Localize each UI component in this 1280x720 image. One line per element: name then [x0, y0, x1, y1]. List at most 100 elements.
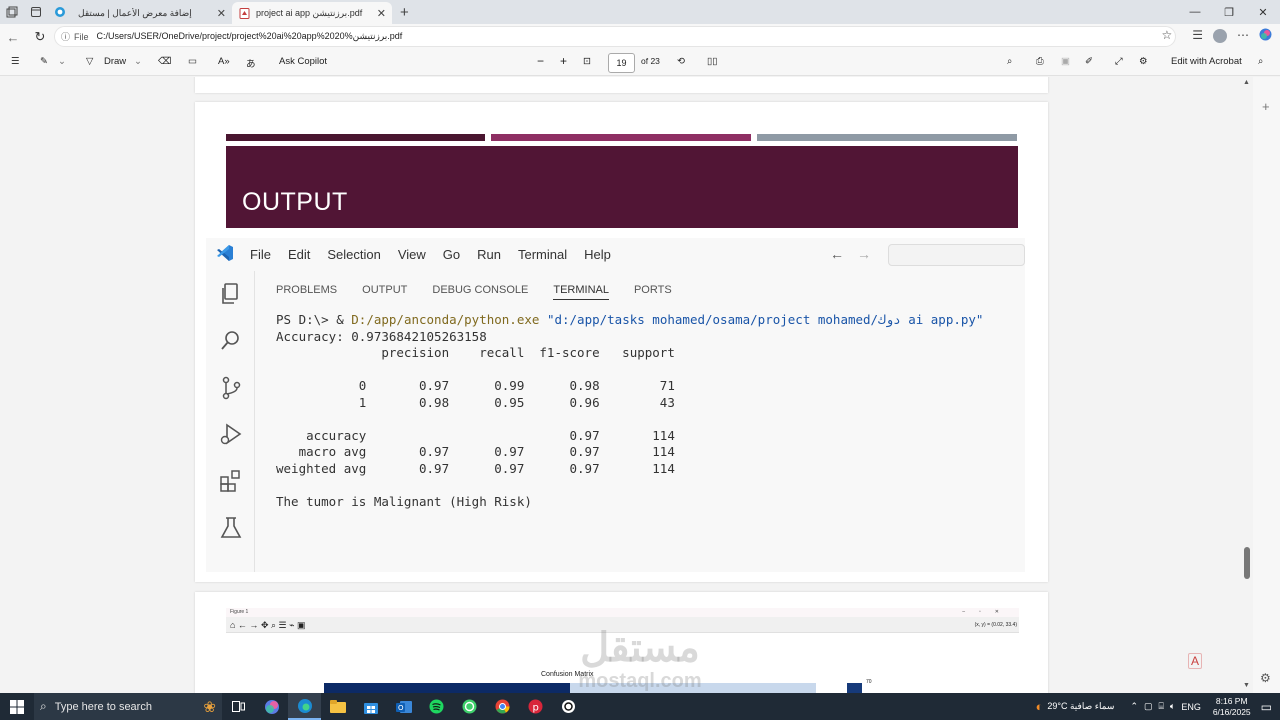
fit-page-icon[interactable]: ⊡ [583, 56, 591, 67]
print-icon[interactable]: ⎙ [1036, 56, 1044, 67]
colorbar-label: 70 [866, 679, 872, 685]
language-indicator[interactable]: ENG [1181, 702, 1201, 712]
watermark-arabic: مستقل [580, 626, 700, 670]
sidebar-settings-icon[interactable]: ⚙ [1260, 671, 1271, 685]
zoom-in-icon[interactable]: + [560, 54, 567, 68]
ask-copilot-button[interactable]: Ask Copilot [279, 56, 327, 67]
page-number-input[interactable]: 19 [608, 53, 635, 73]
draw-icon[interactable]: ▽ [86, 56, 93, 67]
terminal-prompt: PS D:\> & [276, 312, 352, 327]
scrollbar-thumb[interactable] [1244, 547, 1250, 579]
search-icon[interactable]: ⌕ [1007, 56, 1012, 67]
slide-heading: OUTPUT [242, 188, 348, 216]
store-icon[interactable] [354, 693, 387, 720]
tab-actions-icon[interactable] [24, 0, 48, 24]
url-field[interactable]: ⓘ File C:/Users/USER/OneDrive/project/pr… [54, 26, 1176, 47]
tray-app-icon[interactable]: ▢ [1144, 701, 1153, 712]
weather-icon[interactable]: ◐ [1036, 699, 1044, 714]
pdf-viewport[interactable]: OUTPUT File Edit Selection View Go Run T… [0, 77, 1280, 693]
collections-icon[interactable]: ☰ [1192, 28, 1203, 44]
text-box-icon[interactable]: ▭ [188, 56, 197, 67]
fullscreen-icon[interactable]: ⤢ [1115, 56, 1123, 67]
copilot-icon[interactable] [1259, 28, 1272, 44]
taskbar-search[interactable]: ⌕ Type here to search ❀ [34, 693, 222, 720]
contents-icon[interactable]: ☰ [11, 56, 20, 67]
workspaces-icon[interactable] [0, 0, 24, 24]
more-options-icon[interactable]: ⋯ [1237, 28, 1249, 44]
start-windows-icon[interactable] [0, 699, 34, 714]
terminal-line: precision recall f1-score support [276, 345, 675, 360]
watermark-latin: mostaql.com [578, 670, 702, 692]
file-explorer-icon[interactable] [321, 693, 354, 720]
edit-with-acrobat-button[interactable]: Edit with Acrobat [1171, 56, 1242, 67]
testing-flask-icon [220, 517, 242, 538]
tab-ports: PORTS [633, 284, 672, 296]
translate-icon[interactable]: あ [246, 56, 256, 70]
forward-arrow-icon: → [857, 246, 871, 262]
system-tray: ◐ 29°C سماء صافية ⌃ ▢ ⌸ 🔈︎ ENG 8:16 PM 6… [1036, 693, 1277, 720]
spotify-icon[interactable] [420, 693, 453, 720]
sidebar-search-icon[interactable]: ⌕ [1258, 56, 1263, 67]
tab-mostaql[interactable]: إضافة معرض الأعمال | مستقل ✕ [72, 2, 232, 24]
acrobat-icon[interactable]: A [1188, 653, 1203, 669]
highlight-icon[interactable]: ✎ [40, 56, 48, 67]
minimize-icon[interactable]: — [1178, 0, 1212, 24]
erase-icon[interactable]: ⌫ [158, 56, 171, 67]
save-icon[interactable]: ▣ [1061, 56, 1070, 67]
add-sidebar-icon[interactable]: + [1262, 99, 1270, 114]
task-view-icon[interactable] [222, 693, 255, 720]
windows-taskbar: ⌕ Type here to search ❀ O p ◐ 29°C سماء … [0, 693, 1280, 720]
network-icon[interactable]: ⌸ [1159, 701, 1164, 712]
settings-gear-icon[interactable]: ⚙ [1139, 56, 1148, 67]
terminal-script-arg: "d:/app/tasks mohamed/osama/project moha… [546, 312, 984, 327]
back-icon[interactable]: ← [2, 30, 24, 45]
menu-help: Help [584, 247, 611, 262]
tab-pdf[interactable]: project ai app برزنتيشن.pdf ✕ [232, 2, 392, 24]
run-debug-icon [220, 423, 242, 445]
clock[interactable]: 8:16 PM 6/16/2025 [1213, 696, 1251, 718]
terminal-line: weighted avg 0.97 0.97 0.97 114 [276, 460, 675, 476]
profile-avatar[interactable] [1213, 29, 1227, 43]
close-tab-icon[interactable]: ✕ [377, 7, 386, 20]
notifications-icon[interactable]: ▭ [1261, 700, 1272, 714]
search-placeholder: Type here to search [54, 700, 152, 713]
menu-selection: Selection [327, 247, 381, 262]
favorite-star-icon[interactable]: ☆ [1161, 28, 1172, 44]
command-center-box [888, 244, 1025, 266]
whatsapp-icon[interactable] [453, 693, 486, 720]
scroll-down-icon[interactable]: ▼ [1243, 682, 1250, 689]
edge-app-icon[interactable] [288, 693, 321, 720]
save-as-icon[interactable]: ✐ [1085, 56, 1093, 67]
edge-sidebar-icon[interactable] [48, 0, 72, 24]
chevron-down-icon[interactable]: ⌄ [58, 56, 66, 67]
pdf-scrollbar[interactable]: ▲ ▼ [1241, 77, 1253, 693]
edge-right-sidebar: + A ⚙ [1188, 77, 1280, 693]
draw-button[interactable]: Draw [104, 56, 126, 67]
new-tab-button[interactable]: + [400, 4, 409, 21]
url-scheme-label: File [74, 31, 89, 42]
scroll-up-icon[interactable]: ▲ [1243, 79, 1250, 86]
chatgpt-icon[interactable] [552, 693, 585, 720]
volume-icon[interactable]: 🔈︎ [1170, 701, 1175, 712]
close-window-icon[interactable]: ✕ [1246, 0, 1280, 24]
refresh-icon[interactable]: ↻ [29, 29, 51, 45]
weather-text[interactable]: 29°C سماء صافية [1047, 701, 1114, 712]
read-aloud-icon[interactable]: A» [218, 56, 230, 67]
terminal-exe-path: D:/app/anconda/python.exe [351, 312, 540, 327]
restore-icon[interactable]: ❐ [1212, 0, 1246, 24]
tab-terminal: TERMINAL [553, 284, 609, 300]
pinterest-icon[interactable]: p [519, 693, 552, 720]
url-text: C:/Users/USER/OneDrive/project/project%2… [96, 31, 403, 41]
vscode-menubar: File Edit Selection View Go Run Terminal… [206, 238, 1025, 271]
figure-window-controls: –▫✕ [962, 609, 1013, 615]
chevron-down-icon[interactable]: ⌄ [134, 56, 142, 67]
chrome-icon[interactable] [486, 693, 519, 720]
tray-chevron-up-icon[interactable]: ⌃ [1130, 701, 1138, 712]
page-view-icon[interactable]: ▯▯ [707, 56, 717, 67]
copilot-app-icon[interactable] [255, 693, 288, 720]
outlook-icon[interactable]: O [387, 693, 420, 720]
close-tab-icon[interactable]: ✕ [217, 7, 226, 20]
menu-edit: Edit [287, 247, 311, 262]
rotate-icon[interactable]: ⟲ [677, 56, 685, 67]
zoom-out-icon[interactable]: − [537, 54, 544, 68]
